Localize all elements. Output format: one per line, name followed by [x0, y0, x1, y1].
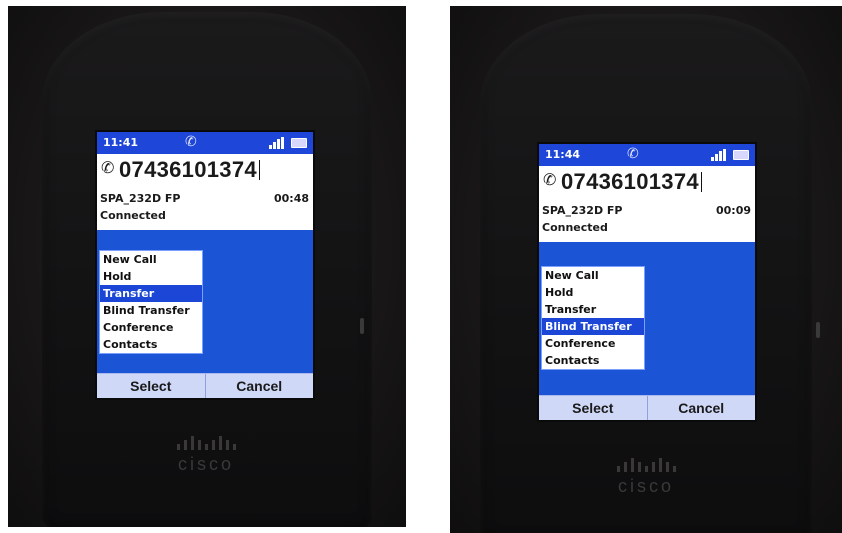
call-duration: 00:48 [273, 192, 309, 205]
cisco-logo-bars [576, 456, 716, 472]
menu-item-contacts[interactable]: Contacts [100, 336, 202, 353]
phone-photo-right: 11:44 ✆ ✆ 07436101374 SPA_232D FP 00:09 … [450, 6, 842, 533]
signal-strength-icon [711, 149, 727, 161]
call-info: SPA_232D FP 00:48 Connected [97, 188, 313, 230]
cancel-softkey[interactable]: Cancel [204, 374, 314, 398]
menu-item-hold[interactable]: Hold [542, 284, 644, 301]
brand-text: cisco [617, 476, 674, 496]
options-menu: New Call Hold Transfer Blind Transfer Co… [541, 266, 645, 370]
menu-item-new-call[interactable]: New Call [100, 251, 202, 268]
side-button [360, 318, 364, 334]
cisco-logo: cisco [136, 434, 276, 475]
dialed-number: 07436101374 [561, 169, 702, 195]
call-state: Connected [100, 209, 166, 222]
status-bar: 11:44 ✆ [539, 144, 755, 166]
menu-item-new-call[interactable]: New Call [542, 267, 644, 284]
side-button [816, 322, 820, 338]
line-name: SPA_232D FP [542, 204, 623, 217]
phone-photo-left: 11:41 ✆ ✆ 07436101374 SPA_232D FP 00:48 … [8, 6, 406, 527]
brand-text: cisco [177, 454, 234, 474]
battery-icon [291, 138, 307, 148]
call-info: SPA_232D FP 00:09 Connected [539, 200, 755, 242]
active-call-icon: ✆ [185, 134, 197, 150]
menu-item-blind-transfer[interactable]: Blind Transfer [100, 302, 202, 319]
select-softkey[interactable]: Select [539, 396, 647, 420]
status-time: 11:41 [103, 136, 139, 149]
handset-icon: ✆ [101, 158, 115, 177]
menu-item-contacts[interactable]: Contacts [542, 352, 644, 369]
menu-item-conference[interactable]: Conference [542, 335, 644, 352]
menu-area: New Call Hold Transfer Blind Transfer Co… [97, 230, 313, 358]
menu-area: New Call Hold Transfer Blind Transfer Co… [539, 242, 755, 374]
call-state: Connected [542, 221, 608, 234]
dialed-number-area: ✆ 07436101374 [97, 154, 313, 188]
battery-icon [733, 150, 749, 160]
active-call-icon: ✆ [627, 146, 639, 162]
options-menu: New Call Hold Transfer Blind Transfer Co… [99, 250, 203, 354]
menu-item-blind-transfer[interactable]: Blind Transfer [542, 318, 644, 335]
phone-screen: 11:41 ✆ ✆ 07436101374 SPA_232D FP 00:48 … [95, 130, 315, 400]
softkey-bar: Select Cancel [539, 395, 755, 420]
menu-item-transfer[interactable]: Transfer [542, 301, 644, 318]
signal-strength-icon [269, 137, 285, 149]
phone-screen: 11:44 ✆ ✆ 07436101374 SPA_232D FP 00:09 … [537, 142, 757, 422]
line-name: SPA_232D FP [100, 192, 181, 205]
status-time: 11:44 [545, 148, 581, 161]
dialed-number-area: ✆ 07436101374 [539, 166, 755, 200]
cisco-logo: cisco [576, 456, 716, 497]
cancel-softkey[interactable]: Cancel [646, 396, 756, 420]
menu-item-conference[interactable]: Conference [100, 319, 202, 336]
status-bar: 11:41 ✆ [97, 132, 313, 154]
handset-icon: ✆ [543, 170, 557, 189]
cisco-logo-bars [136, 434, 276, 450]
menu-item-hold[interactable]: Hold [100, 268, 202, 285]
softkey-bar: Select Cancel [97, 373, 313, 398]
select-softkey[interactable]: Select [97, 374, 205, 398]
dialed-number: 07436101374 [119, 157, 260, 183]
menu-item-transfer[interactable]: Transfer [100, 285, 202, 302]
call-duration: 00:09 [715, 204, 751, 217]
